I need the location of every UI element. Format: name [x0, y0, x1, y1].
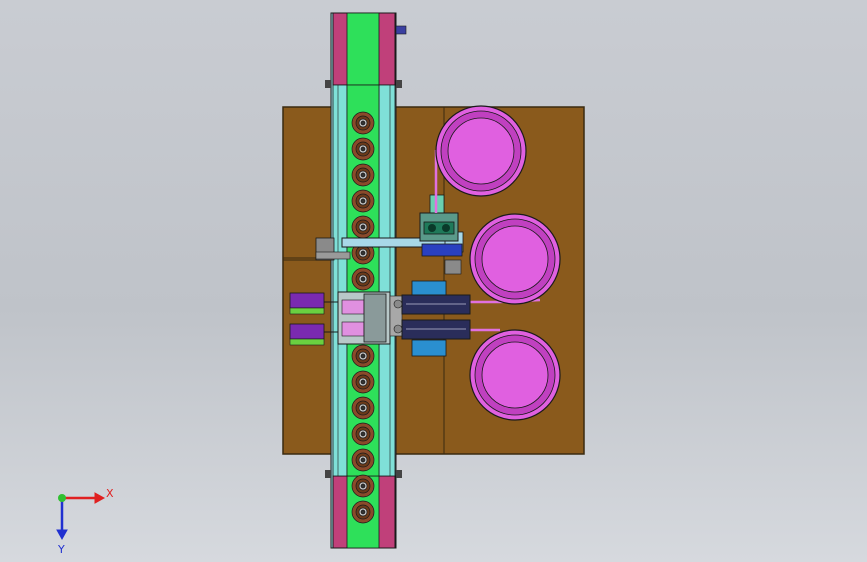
roller [351, 111, 375, 135]
roller [351, 474, 375, 498]
roller [351, 344, 375, 368]
cad-viewport[interactable] [0, 0, 867, 562]
axis-triad: X Y [56, 487, 114, 556]
y-axis-arrow [56, 498, 68, 541]
origin-marker [58, 494, 66, 502]
tray [469, 213, 561, 305]
roller [351, 163, 375, 187]
x-axis-arrow [62, 492, 106, 504]
roller [351, 267, 375, 291]
roller [351, 448, 375, 472]
tray [469, 329, 561, 421]
roller [351, 396, 375, 420]
roller [351, 500, 375, 524]
roller [351, 422, 375, 446]
x-axis-label: X [106, 487, 114, 500]
roller [351, 215, 375, 239]
y-axis-label: Y [57, 543, 65, 556]
roller [351, 189, 375, 213]
roller [351, 137, 375, 161]
tray [435, 105, 527, 197]
roller [351, 370, 375, 394]
